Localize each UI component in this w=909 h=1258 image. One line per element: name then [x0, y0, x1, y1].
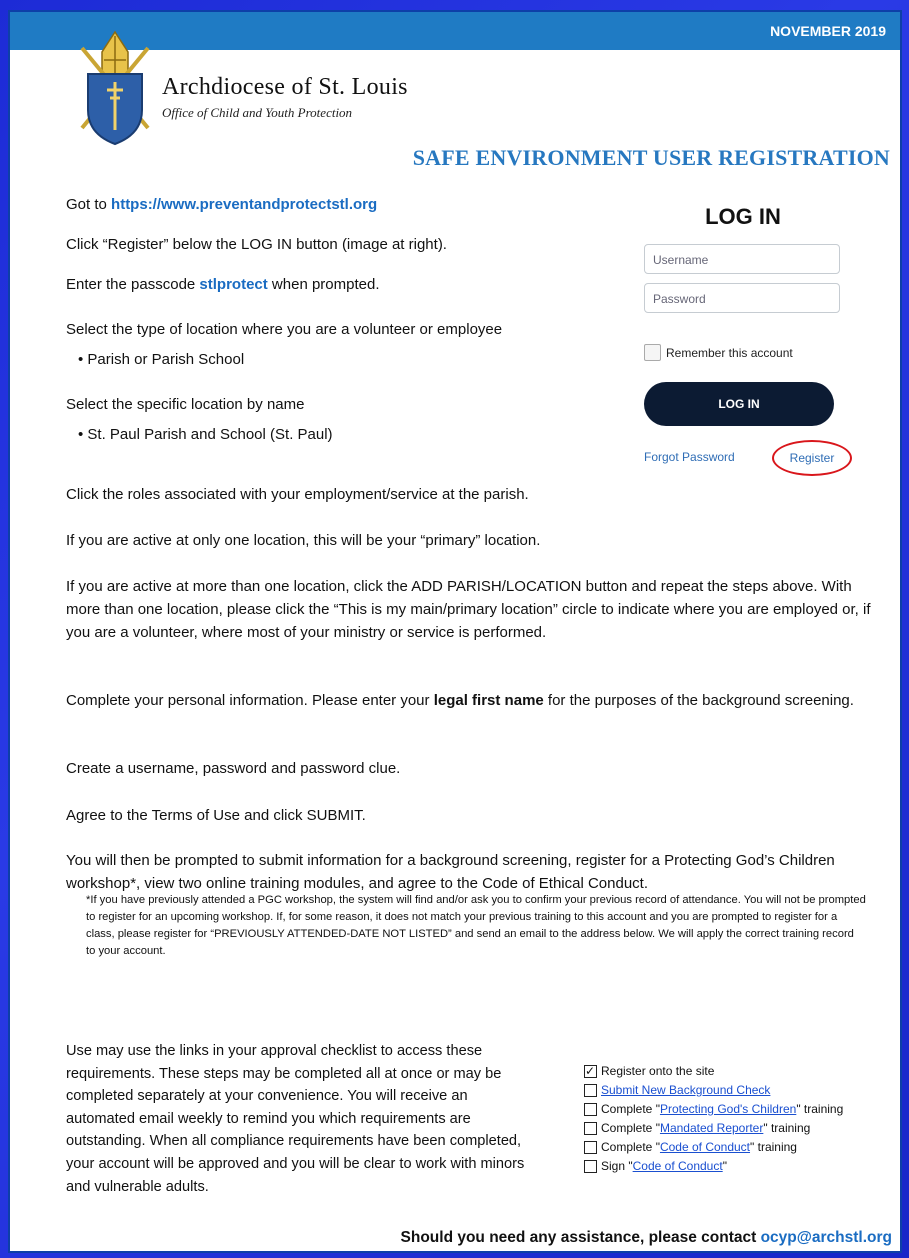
checklist-item-register: Register onto the site	[584, 1062, 904, 1081]
checklist-prefix: Sign "	[601, 1159, 633, 1173]
closing-paragraph: Use may use the links in your approval c…	[66, 1043, 525, 1195]
checkbox-icon	[584, 1160, 597, 1173]
checklist-suffix: " training	[796, 1102, 844, 1116]
page-title: SAFE ENVIRONMENT USER REGISTRATION	[412, 145, 890, 170]
remember-account: Remember this account	[644, 344, 793, 361]
checkbox-icon	[584, 1084, 597, 1097]
step-website: Got to https://www.preventandprotectstl.…	[66, 194, 377, 216]
pgc-footnote: *If you have previously attended a PGC w…	[86, 894, 866, 957]
legal-first-name-emphasis: legal first name	[433, 692, 544, 709]
checklist-suffix: "	[722, 1159, 727, 1173]
roles-text: Click the roles associated with your emp…	[66, 486, 529, 503]
checklist-item-mandated: Complete " Mandated Reporter " training	[584, 1119, 904, 1138]
org-office: Office of Child and Youth Protection	[162, 105, 353, 120]
checklist-suffix: " training	[750, 1140, 797, 1154]
step-passcode-suffix: when prompted.	[267, 276, 380, 293]
code-of-conduct-sign-link[interactable]: Code of Conduct	[633, 1157, 723, 1176]
checkbox-icon	[584, 1122, 597, 1135]
checkbox-icon	[584, 1141, 597, 1154]
checked-box-icon	[584, 1062, 597, 1081]
background-check-link[interactable]: Submit New Background Check	[601, 1081, 770, 1100]
pgc-training-link[interactable]: Protecting God's Children	[660, 1100, 796, 1119]
username-field: Username	[644, 244, 840, 274]
code-of-conduct-training-link[interactable]: Code of Conduct	[660, 1138, 750, 1157]
issue-date: NOVEMBER 2019	[770, 23, 886, 39]
checklist-prefix: Complete "	[601, 1121, 660, 1135]
contact-footer: Should you need any assistance, please c…	[401, 1229, 892, 1247]
login-title: LOG IN	[705, 204, 781, 229]
forgot-password-link: Forgot Password	[644, 450, 735, 464]
contact-email-link[interactable]: ocyp@archstl.org	[761, 1229, 892, 1246]
checklist-suffix: " training	[763, 1121, 811, 1135]
checklist-item-background: Submit New Background Check	[584, 1081, 904, 1100]
archdiocese-crest-logo	[80, 30, 150, 146]
login-button: LOG IN	[644, 382, 834, 426]
prompted-text: You will then be prompted to submit info…	[66, 852, 835, 892]
contact-text: Should you need any assistance, please c…	[400, 1229, 761, 1246]
username-text: Create a username, password and password…	[66, 760, 401, 777]
step-location-type: Select the type of location where you ar…	[66, 321, 503, 338]
website-link[interactable]: https://www.preventandprotectstl.org	[111, 196, 377, 213]
register-link-circled: Register	[772, 440, 852, 476]
checklist-item-conduct-training: Complete " Code of Conduct " training	[584, 1138, 904, 1157]
remember-label: Remember this account	[666, 345, 793, 360]
password-field: Password	[644, 283, 840, 313]
personal-info-suffix: for the purposes of the background scree…	[543, 692, 854, 709]
personal-info-prefix: Complete your personal information. Plea…	[66, 692, 434, 709]
personal-info-text: Complete your personal information. Plea…	[66, 689, 886, 712]
multi-location-text: If you are active at more than one locat…	[66, 578, 871, 641]
step-register: Click “Register” below the LOG IN button…	[66, 236, 447, 253]
org-name: Archdiocese of St. Louis	[162, 74, 408, 100]
checklist-item-pgc: Complete " Protecting God's Children " tra…	[584, 1100, 904, 1119]
checklist-prefix: Complete "	[601, 1102, 660, 1116]
document-page: NOVEMBER 2019 Archdiocese of St. Louis O…	[8, 10, 902, 1253]
passcode: stlprotect	[199, 276, 268, 293]
mandated-reporter-link[interactable]: Mandated Reporter	[660, 1119, 763, 1138]
step-passcode: Enter the passcode stlprotect when promp…	[66, 274, 380, 296]
remember-checkbox	[644, 344, 661, 361]
step-website-label: Got to	[66, 196, 112, 213]
one-location-text: If you are active at only one location, …	[66, 532, 541, 549]
checklist-prefix: Complete "	[601, 1140, 660, 1154]
checklist-item-conduct-sign: Sign " Code of Conduct "	[584, 1157, 904, 1176]
location-name-bullet: • St. Paul Parish and School (St. Paul)	[78, 426, 333, 443]
checklist-item-label: Register onto the site	[601, 1064, 715, 1078]
terms-text: Agree to the Terms of Use and click SUBM…	[66, 807, 366, 824]
location-type-bullet: • Parish or Parish School	[78, 351, 245, 368]
step-passcode-label: Enter the passcode	[66, 276, 200, 293]
checkbox-icon	[584, 1103, 597, 1116]
login-widget-image: LOG IN Username Password Remember this a…	[632, 192, 854, 480]
step-location-name: Select the specific location by name	[66, 396, 305, 413]
approval-checklist: Register onto the site Submit New Backgr…	[584, 1062, 904, 1176]
